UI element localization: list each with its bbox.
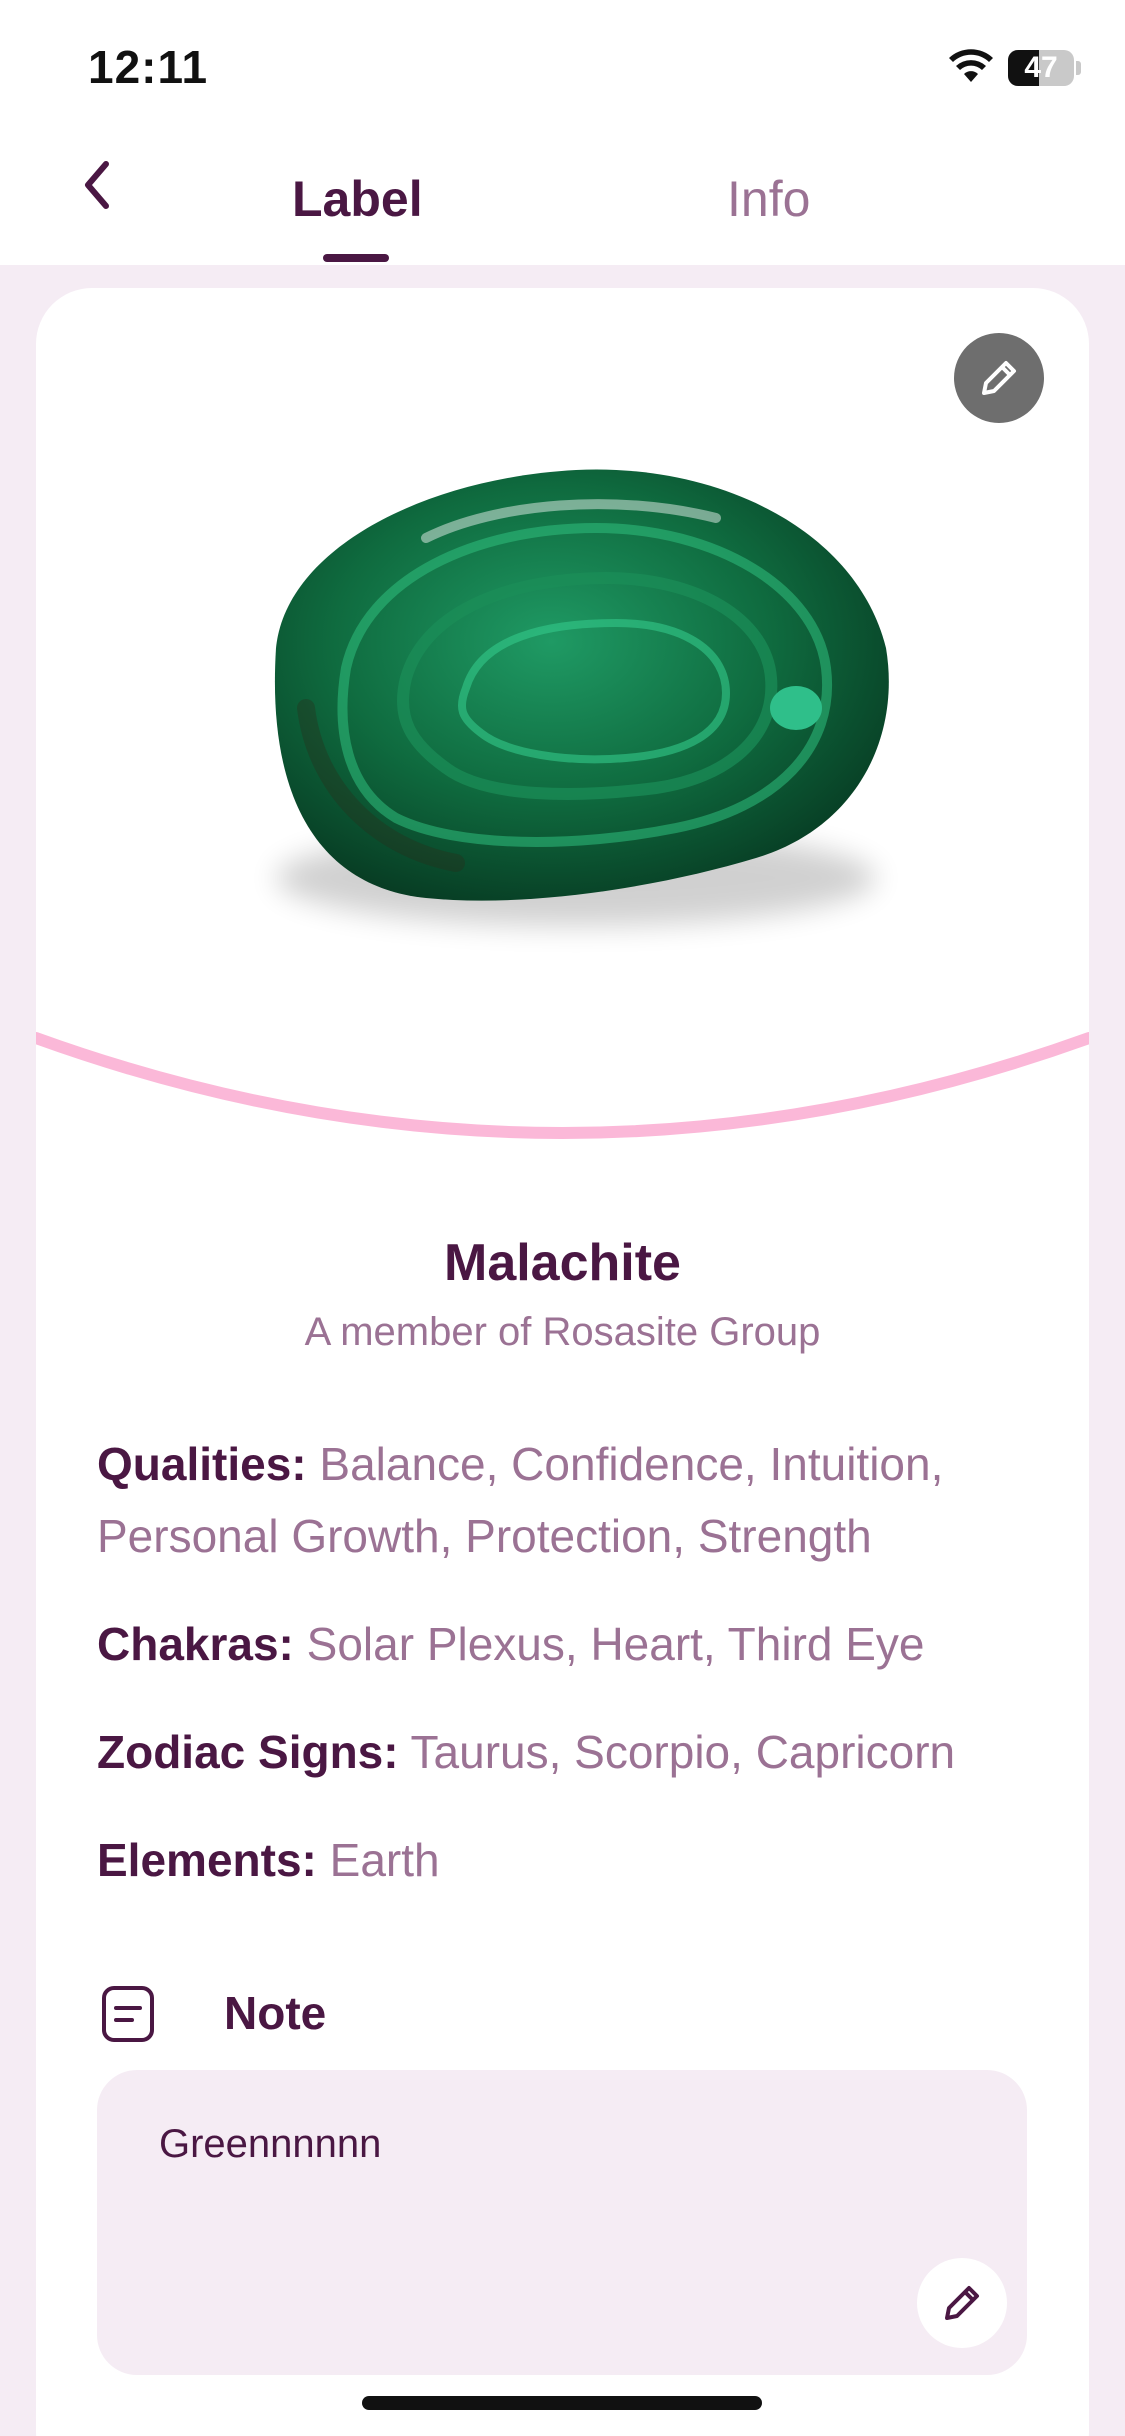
tab-label[interactable]: Label xyxy=(292,170,423,228)
home-indicator xyxy=(362,2396,762,2410)
property-key: Chakras: xyxy=(97,1618,294,1670)
edit-image-button[interactable] xyxy=(954,333,1044,423)
property-value: Earth xyxy=(316,1834,440,1886)
properties-list: Qualities: Balance, Confidence, Intuitio… xyxy=(97,1428,1057,1932)
stone-group: A member of Rosasite Group xyxy=(304,1310,821,1354)
battery-indicator: 47 xyxy=(1008,50,1074,86)
decorative-arc xyxy=(36,1032,1089,1139)
property-qualities: Qualities: Balance, Confidence, Intuitio… xyxy=(97,1428,1057,1572)
pencil-icon xyxy=(982,361,1016,395)
property-key: Qualities: xyxy=(97,1438,307,1490)
tab-info[interactable]: Info xyxy=(727,170,810,228)
back-chevron-icon[interactable] xyxy=(72,150,122,220)
property-value: Solar Plexus, Heart, Third Eye xyxy=(293,1618,925,1670)
property-elements: Elements: Earth xyxy=(97,1824,1057,1896)
property-key: Zodiac Signs: xyxy=(97,1726,399,1778)
active-tab-indicator xyxy=(323,254,389,262)
stone-name: Malachite xyxy=(444,1234,681,1292)
property-value: Taurus, Scorpio, Capricorn xyxy=(398,1726,956,1778)
pencil-icon xyxy=(945,2286,979,2320)
status-time: 12:11 xyxy=(88,41,209,93)
property-chakras: Chakras: Solar Plexus, Heart, Third Eye xyxy=(97,1608,1057,1680)
top-header: 12:11 47 Label Info xyxy=(0,0,1125,265)
note-text: Greennnnnn xyxy=(159,2122,382,2166)
battery-level: 47 xyxy=(1024,51,1058,84)
battery-nub xyxy=(1076,61,1081,75)
note-icon xyxy=(102,1986,154,2042)
stone-image xyxy=(274,469,889,926)
property-zodiac: Zodiac Signs: Taurus, Scorpio, Capricorn xyxy=(97,1716,1057,1788)
note-box[interactable]: Greennnnnn xyxy=(97,2070,1027,2375)
wifi-icon xyxy=(949,49,993,82)
property-key: Elements: xyxy=(97,1834,317,1886)
note-title: Note xyxy=(224,1987,327,2039)
edit-note-button[interactable] xyxy=(917,2258,1007,2348)
stone-card: Malachite A member of Rosasite Group Qua… xyxy=(36,288,1089,2436)
